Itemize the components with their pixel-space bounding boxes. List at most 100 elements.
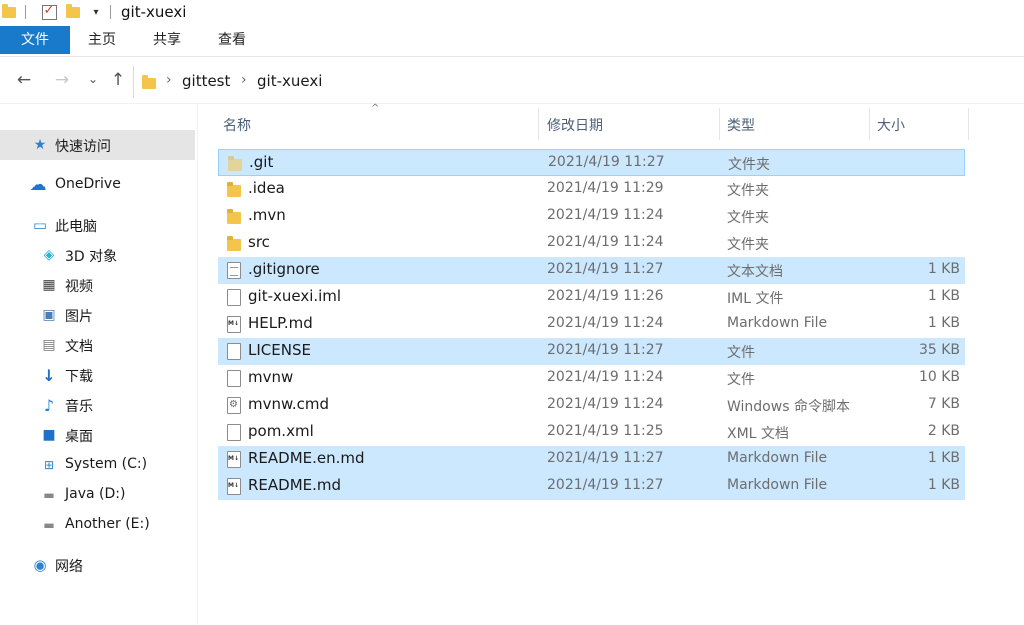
address-bar[interactable]: › gittest › git-xuexi [133,66,1024,98]
sidebar-item-label: OneDrive [55,176,121,192]
new-folder-icon[interactable] [66,3,80,21]
file-row[interactable]: src 2021/4/19 11:24 文件夹 [218,230,965,257]
back-button[interactable]: ← [13,70,35,90]
sidebar-item-label: Java (D:) [65,486,126,502]
sidebar-item-drive-e[interactable]: ▬ Another (E:) [0,510,195,540]
file-size: 1 KB [927,288,960,304]
file-row[interactable]: .gitignore 2021/4/19 11:27 文本文档 1 KB [218,257,965,284]
column-header-type[interactable]: 类型 [721,108,869,144]
sidebar-item-label: 图片 [65,309,93,325]
file-size: 1 KB [927,261,960,277]
file-type: IML 文件 [727,291,784,307]
sidebar-item-downloads[interactable]: ↓ 下载 [0,360,195,390]
sidebar-item-quick-access[interactable]: ★ 快速访问 [0,130,195,160]
file-type: Windows 命令脚本 [727,399,850,415]
chevron-right-icon[interactable]: › [166,72,172,88]
drive-icon: ▬ [43,518,55,532]
sidebar-item-3d-objects[interactable]: ◈ 3D 对象 [0,240,195,270]
file-date-modified: 2021/4/19 11:29 [547,180,664,196]
recent-locations-button[interactable]: ⌄ [82,72,104,86]
file-type: 文本文档 [727,264,783,280]
file-row[interactable]: HELP.md 2021/4/19 11:24 Markdown File 1 KB [218,311,965,338]
chevron-right-icon[interactable]: › [241,72,247,88]
file-row[interactable]: git-xuexi.iml 2021/4/19 11:26 IML 文件 1 KB [218,284,965,311]
sidebar-item-desktop[interactable]: ■ 桌面 [0,420,195,450]
sidebar-item-label: System (C:) [65,456,148,472]
toolbar-divider [110,5,111,19]
picture-icon: ▣ [42,307,56,323]
file-type: XML 文档 [727,426,789,442]
file-row[interactable]: .idea 2021/4/19 11:29 文件夹 [218,176,965,203]
sidebar-item-drive-c[interactable]: ⊞ System (C:) [0,450,195,480]
column-header-size[interactable]: 大小 [871,108,967,144]
column-header-name[interactable]: 名称 [217,108,538,144]
sidebar-item-network[interactable]: ◉ 网络 [0,550,195,580]
file-type: 文件 [727,372,755,388]
file-list: ^ 名称 修改日期 类型 大小 .git 2021/4/19 11:27 文件夹 .i… [217,103,1024,625]
file-name: mvnw.cmd [248,395,330,413]
file-row[interactable]: mvnw 2021/4/19 11:24 文件 10 KB [218,365,965,392]
customize-toolbar-icon[interactable]: ▾ [90,3,102,21]
file-row[interactable]: README.md 2021/4/19 11:27 Markdown File 1 K… [218,473,965,500]
ribbon: 文件 主页 共享 查看 [0,26,1024,57]
file-row[interactable]: .mvn 2021/4/19 11:24 文件夹 [218,203,965,230]
music-icon: ♪ [43,395,55,415]
up-button[interactable]: ↑ [107,70,129,90]
navigation-pane: ★ 快速访问 ☁ OneDrive ▭ 此电脑 ◈ 3D 对象 ▦ 视频 ▣ 图… [0,104,198,625]
folder-icon [228,156,242,171]
sidebar-item-label: 音乐 [65,399,93,415]
sidebar-item-videos[interactable]: ▦ 视频 [0,270,195,300]
folder-icon [2,3,16,21]
breadcrumb-git-xuexi[interactable]: git-xuexi [257,72,322,90]
cube-icon: ◈ [43,247,55,263]
file-row[interactable]: LICENSE 2021/4/19 11:27 文件 35 KB [218,338,965,365]
title-bar: ▾ git-xuexi [0,0,1024,26]
file-name: HELP.md [248,314,313,332]
sidebar-item-label: 下载 [65,369,93,385]
column-divider[interactable] [968,108,969,140]
column-header-date[interactable]: 修改日期 [541,108,719,144]
file-date-modified: 2021/4/19 11:24 [547,396,664,412]
file-row[interactable]: README.en.md 2021/4/19 11:27 Markdown File… [218,446,965,473]
file-icon [227,289,241,306]
file-row[interactable]: mvnw.cmd 2021/4/19 11:24 Windows 命令脚本 7 KB [218,392,965,419]
column-divider[interactable] [719,108,720,140]
windows-drive-icon: ⊞ [43,458,55,472]
sidebar-item-drive-d[interactable]: ▬ Java (D:) [0,480,195,510]
file-row[interactable]: .git 2021/4/19 11:27 文件夹 [218,149,965,176]
file-type: 文件夹 [727,183,769,199]
sidebar-item-pictures[interactable]: ▣ 图片 [0,300,195,330]
file-icon [227,343,241,360]
file-row[interactable]: pom.xml 2021/4/19 11:25 XML 文档 2 KB [218,419,965,446]
folder-icon [227,209,241,224]
desktop-icon: ■ [42,427,56,443]
tab-share[interactable]: 共享 [145,26,189,54]
properties-icon[interactable] [40,3,58,21]
file-size: 2 KB [927,423,960,439]
file-date-modified: 2021/4/19 11:24 [547,369,664,385]
tab-view[interactable]: 查看 [210,26,254,54]
file-date-modified: 2021/4/19 11:27 [548,154,665,170]
sidebar-item-label: 3D 对象 [65,249,118,265]
column-divider[interactable] [538,108,539,140]
file-date-modified: 2021/4/19 11:24 [547,207,664,223]
toolbar-divider [25,5,26,19]
tab-home[interactable]: 主页 [80,26,124,54]
file-size: 7 KB [927,396,960,412]
column-divider[interactable] [869,108,870,140]
sidebar-item-onedrive[interactable]: ☁ OneDrive [0,170,195,200]
file-size: 35 KB [918,342,960,358]
file-name: .gitignore [248,260,320,278]
file-type: Markdown File [727,315,828,331]
sidebar-item-this-pc[interactable]: ▭ 此电脑 [0,210,195,240]
breadcrumb-gittest[interactable]: gittest [182,72,230,90]
sidebar-item-label: 此电脑 [55,219,97,235]
markdown-file-icon [227,316,241,333]
file-date-modified: 2021/4/19 11:24 [547,315,664,331]
sidebar-item-music[interactable]: ♪ 音乐 [0,390,195,420]
file-type: Markdown File [727,477,828,493]
forward-button[interactable]: → [51,70,73,90]
sidebar-item-documents[interactable]: ▤ 文档 [0,330,195,360]
file-name: mvnw [248,368,294,386]
tab-file[interactable]: 文件 [0,26,70,54]
